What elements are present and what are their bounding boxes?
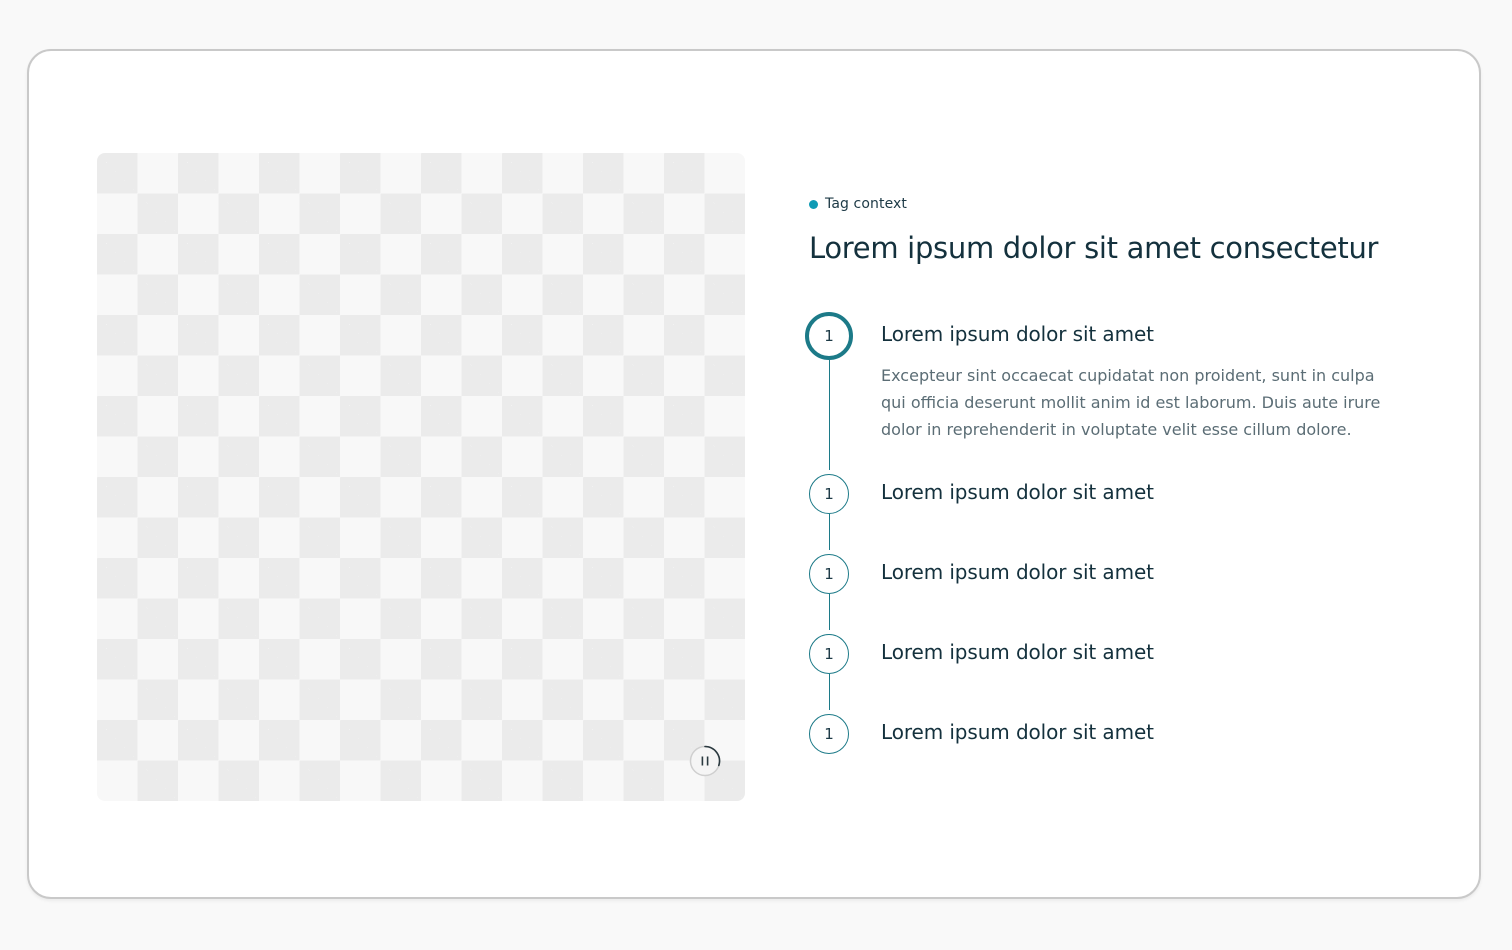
step-number-circle: 1	[809, 634, 849, 674]
step-item[interactable]: 1 Lorem ipsum dolor sit amet	[809, 710, 1409, 790]
step-title: Lorem ipsum dolor sit amet	[881, 640, 1154, 664]
step-number-circle: 1	[809, 554, 849, 594]
step-connector	[828, 360, 830, 470]
step-number-circle: 1	[809, 714, 849, 754]
steps-list: 1 Lorem ipsum dolor sit amet Excepteur s…	[805, 312, 1409, 790]
step-description: Excepteur sint occaecat cupidatat non pr…	[881, 366, 1381, 439]
pause-button[interactable]	[689, 745, 721, 777]
headline: Lorem ipsum dolor sit amet consectetur	[809, 231, 1379, 265]
tag-label: Tag context	[825, 196, 908, 212]
tag-dot-icon	[809, 199, 818, 209]
step-title: Lorem ipsum dolor sit amet	[881, 322, 1154, 346]
step-item[interactable]: 1 Lorem ipsum dolor sit amet	[809, 470, 1409, 550]
tag-context: Tag context	[809, 191, 1409, 217]
step-item[interactable]: 1 Lorem ipsum dolor sit amet Excepteur s…	[805, 312, 1409, 470]
step-item[interactable]: 1 Lorem ipsum dolor sit amet	[809, 630, 1409, 710]
media-placeholder	[97, 153, 745, 801]
step-title: Lorem ipsum dolor sit amet	[881, 720, 1154, 744]
step-connector	[828, 514, 830, 550]
step-connector	[828, 674, 830, 710]
step-number-circle: 1	[809, 474, 849, 514]
feature-content: Tag context Lorem ipsum dolor sit amet c…	[805, 191, 1409, 806]
step-item[interactable]: 1 Lorem ipsum dolor sit amet	[809, 550, 1409, 630]
pause-icon	[689, 745, 721, 777]
step-title: Lorem ipsum dolor sit amet	[881, 560, 1154, 584]
step-connector	[828, 594, 830, 630]
feature-card: Tag context Lorem ipsum dolor sit amet c…	[27, 49, 1481, 899]
step-number-circle: 1	[805, 312, 853, 360]
step-title: Lorem ipsum dolor sit amet	[881, 480, 1154, 504]
